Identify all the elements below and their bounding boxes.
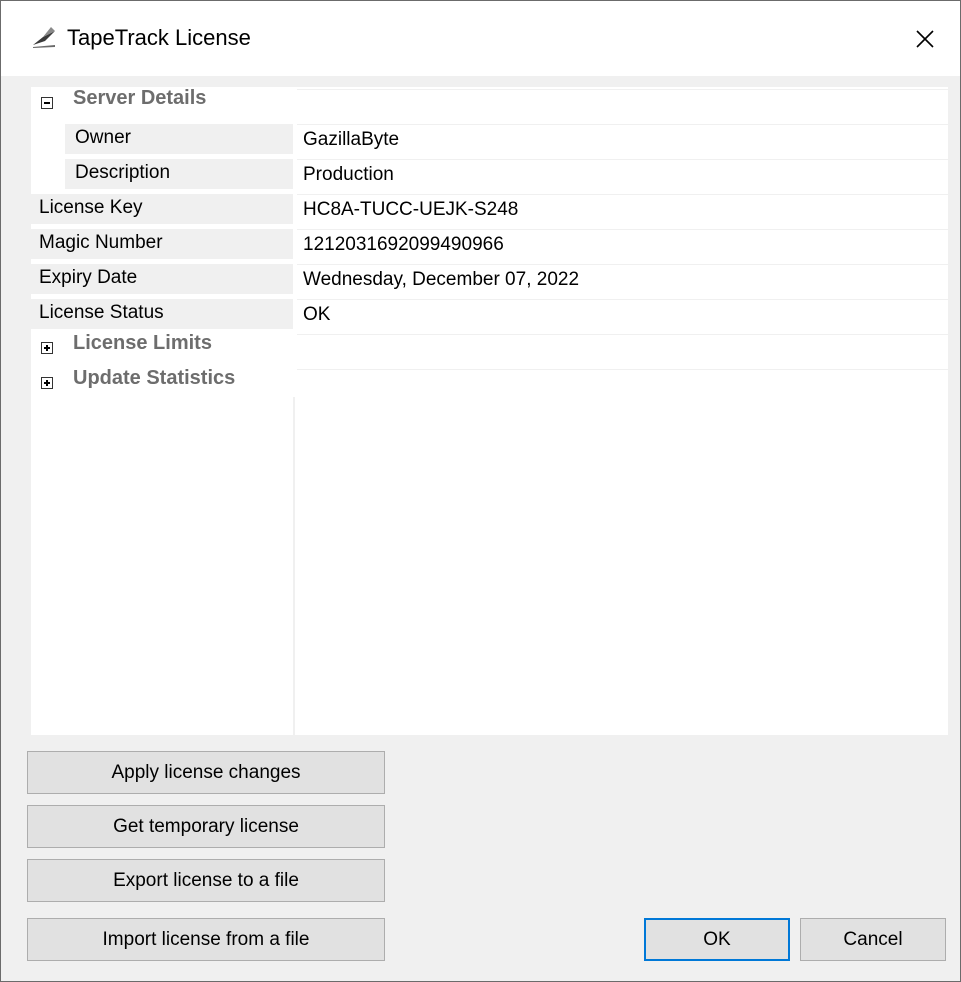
tapetrack-app-icon — [33, 27, 55, 48]
category-label: License Limits — [73, 332, 212, 354]
property-name: Owner — [75, 127, 131, 148]
property-row-magic-number[interactable]: Magic Number 1212031692099490966 — [31, 227, 948, 261]
column-divider[interactable] — [293, 397, 295, 735]
property-value[interactable]: HC8A-TUCC-UEJK-S248 — [297, 194, 948, 224]
title-bar: TapeTrack License — [1, 1, 960, 76]
property-value[interactable]: 1212031692099490966 — [297, 229, 948, 259]
property-value[interactable]: OK — [297, 299, 948, 329]
license-dialog: TapeTrack License Server Details Owner G… — [0, 0, 961, 982]
property-value — [297, 89, 948, 119]
category-label: Server Details — [73, 87, 207, 109]
property-name: License Status — [39, 302, 164, 323]
category-label: Update Statistics — [73, 367, 236, 389]
property-name: License Key — [39, 197, 143, 218]
property-value[interactable]: Production — [297, 159, 948, 189]
property-name: Magic Number — [39, 232, 163, 253]
expand-icon[interactable] — [41, 377, 53, 389]
property-row-expiry-date[interactable]: Expiry Date Wednesday, December 07, 2022 — [31, 262, 948, 296]
category-server-details[interactable]: Server Details — [31, 87, 948, 121]
property-value — [297, 334, 948, 364]
property-name: Expiry Date — [39, 267, 138, 288]
close-icon — [916, 29, 934, 48]
import-license-button[interactable]: Import license from a file — [27, 918, 385, 961]
close-button[interactable] — [890, 1, 960, 76]
collapse-icon[interactable] — [41, 97, 53, 109]
category-license-limits[interactable]: License Limits — [31, 332, 948, 366]
property-value — [297, 369, 948, 399]
property-row-description[interactable]: Description Production — [31, 157, 948, 191]
property-name: Description — [75, 162, 171, 183]
export-license-button[interactable]: Export license to a file — [27, 859, 385, 902]
property-row-license-status[interactable]: License Status OK — [31, 297, 948, 331]
cancel-button[interactable]: Cancel — [800, 918, 946, 961]
apply-license-changes-button[interactable]: Apply license changes — [27, 751, 385, 794]
property-row-owner[interactable]: Owner GazillaByte — [31, 122, 948, 156]
property-row-license-key[interactable]: License Key HC8A-TUCC-UEJK-S248 — [31, 192, 948, 226]
get-temporary-license-button[interactable]: Get temporary license — [27, 805, 385, 848]
category-update-statistics[interactable]: Update Statistics — [31, 367, 948, 401]
property-grid[interactable]: Server Details Owner GazillaByte Descrip… — [31, 87, 948, 735]
window-title: TapeTrack License — [67, 25, 251, 50]
expand-icon[interactable] — [41, 342, 53, 354]
property-value[interactable]: GazillaByte — [297, 124, 948, 154]
property-value[interactable]: Wednesday, December 07, 2022 — [297, 264, 948, 294]
ok-button[interactable]: OK — [644, 918, 790, 961]
